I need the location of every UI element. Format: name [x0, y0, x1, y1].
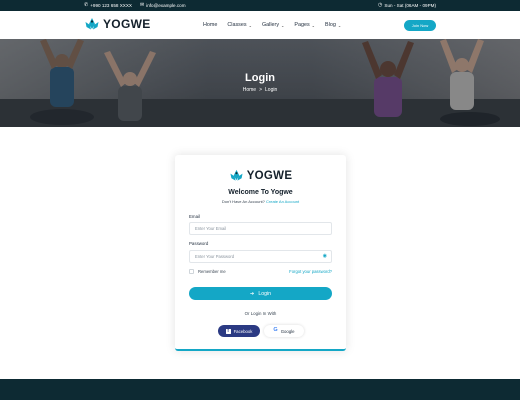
card-logo: YOGWE [175, 169, 346, 182]
login-button-label: Login [258, 290, 272, 297]
create-account-link[interactable]: Create An Account [266, 199, 299, 204]
chevron-down-icon: ⌄ [311, 22, 316, 28]
login-heading: Welcome To Yogwe [228, 189, 293, 196]
top-info-bar: ✆ +990 123 658 XXXX ✉ info@example.com ◷… [0, 0, 520, 11]
breadcrumb-separator: > [259, 87, 263, 93]
nav-item-home[interactable]: Home [203, 22, 217, 28]
nav-item-classes[interactable]: Classes ⌄ [227, 22, 252, 28]
remember-checkbox[interactable] [189, 269, 194, 274]
lotus-icon [230, 169, 243, 181]
email-info[interactable]: ✉ info@example.com [139, 2, 186, 9]
nav-label: Classes [227, 22, 247, 28]
nav-menu: Home Classes ⌄ Gallery ⌄ Pages ⌄ Blog ⌄ [203, 11, 341, 39]
nav-item-pages[interactable]: Pages ⌄ [294, 22, 315, 28]
email-address: info@example.com [146, 3, 186, 8]
breadcrumb-current: Login [265, 87, 278, 93]
password-placeholder: Enter Your Password [195, 254, 235, 259]
password-label: Password [189, 241, 209, 246]
footer [0, 379, 520, 400]
page-title: Login [245, 72, 275, 84]
facebook-icon: f [225, 328, 231, 334]
nav-label: Gallery [261, 22, 280, 28]
contact-info: ✆ +990 123 658 XXXX ✉ info@example.com [84, 0, 186, 11]
main-navbar: YOGWE Home Classes ⌄ Gallery ⌄ Pages ⌄ B… [0, 11, 520, 39]
forgot-password-link[interactable]: Forgot your password? [289, 269, 332, 274]
google-login-button[interactable]: G Google [264, 325, 304, 337]
phone-number: +990 123 658 XXXX [90, 3, 132, 8]
signup-prompt-text: Don't Have An Account? [221, 199, 265, 204]
eye-icon[interactable]: ◉ [323, 254, 327, 259]
nav-label: Home [203, 22, 218, 28]
breadcrumb: Home > Login [0, 87, 520, 93]
chevron-down-icon: ⌄ [337, 22, 342, 28]
nav-label: Pages [294, 22, 310, 28]
join-now-button[interactable]: Join Now [404, 20, 436, 31]
nav-label: Blog [325, 22, 336, 28]
phone-info[interactable]: ✆ +990 123 658 XXXX [84, 2, 132, 9]
email-placeholder: Enter Your Email [195, 226, 227, 231]
google-label: Google [280, 328, 295, 334]
mail-icon: ✉ [139, 2, 145, 8]
clock-icon: ◷ [378, 2, 383, 8]
phone-icon: ✆ [84, 2, 89, 8]
breadcrumb-home[interactable]: Home [243, 87, 256, 93]
hours-text: Sun - Sat (06AM - 09PM) [384, 3, 436, 8]
sign-in-icon: ➔ [249, 290, 255, 297]
google-icon: G [273, 327, 278, 334]
chevron-down-icon: ⌄ [248, 22, 252, 28]
chevron-down-icon: ⌄ [281, 22, 285, 28]
nav-item-blog[interactable]: Blog ⌄ [325, 22, 341, 28]
email-field[interactable]: Enter Your Email [189, 222, 332, 235]
facebook-login-button[interactable]: f Facebook [218, 325, 260, 337]
password-field[interactable]: Enter Your Password ◉ [189, 250, 332, 263]
site-logo[interactable]: YOGWE [84, 17, 151, 31]
nav-item-gallery[interactable]: Gallery ⌄ [262, 22, 284, 28]
logo-text: YOGWE [103, 17, 151, 31]
opening-hours: ◷ Sun - Sat (06AM - 09PM) [378, 0, 436, 11]
lotus-icon [85, 18, 99, 30]
remember-me: Remember me [189, 269, 226, 274]
facebook-label: Facebook [233, 328, 253, 334]
email-label: Email [189, 214, 200, 219]
card-logo-text: YOGWE [246, 169, 293, 182]
remember-label: Remember me [198, 269, 226, 274]
login-button[interactable]: ➔ Login [189, 287, 332, 300]
social-login-divider: Or Login In With [244, 311, 277, 316]
login-card: YOGWE Welcome To Yogwe Don't Have An Acc… [175, 155, 346, 351]
signup-prompt: Don't Have An Account? Create An Account [175, 199, 346, 204]
